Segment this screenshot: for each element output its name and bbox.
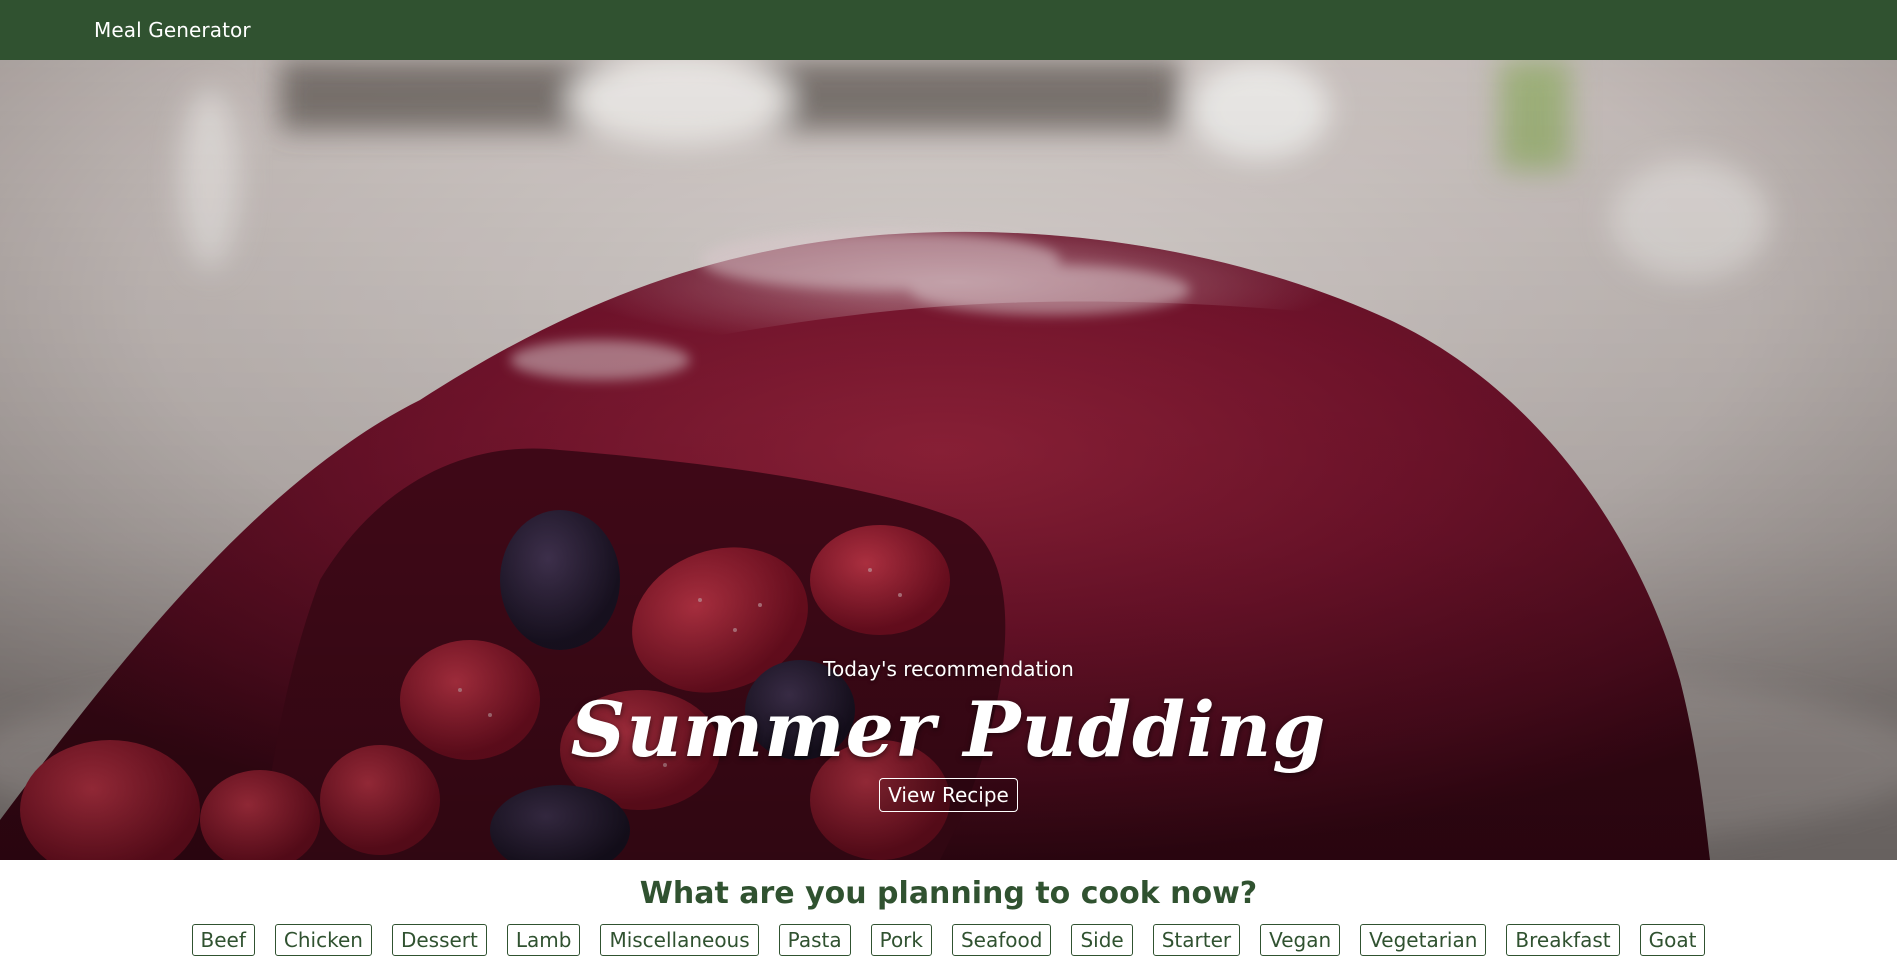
category-list: Beef Chicken Dessert Lamb Miscellaneous … xyxy=(0,924,1897,956)
category-side[interactable]: Side xyxy=(1071,924,1133,956)
category-dessert[interactable]: Dessert xyxy=(391,924,487,956)
category-miscellaneous[interactable]: Miscellaneous xyxy=(600,924,759,956)
category-starter[interactable]: Starter xyxy=(1152,924,1241,956)
navbar: Meal Generator xyxy=(0,0,1897,60)
planning-heading: What are you planning to cook now? xyxy=(639,876,1258,911)
brand-link[interactable]: Meal Generator xyxy=(94,17,251,43)
recommendation-label: Today's recommendation xyxy=(823,657,1074,681)
category-pork[interactable]: Pork xyxy=(870,924,932,956)
category-beef[interactable]: Beef xyxy=(191,924,255,956)
planning-section: What are you planning to cook now? Beef … xyxy=(0,860,1897,956)
category-goat[interactable]: Goat xyxy=(1639,924,1706,956)
category-vegan[interactable]: Vegan xyxy=(1260,924,1341,956)
category-breakfast[interactable]: Breakfast xyxy=(1506,924,1620,956)
category-lamb[interactable]: Lamb xyxy=(506,924,581,956)
category-chicken[interactable]: Chicken xyxy=(274,924,372,956)
view-recipe-button[interactable]: View Recipe xyxy=(879,778,1018,812)
category-vegetarian[interactable]: Vegetarian xyxy=(1360,924,1487,956)
hero-section: Today's recommendation Summer Pudding Vi… xyxy=(0,60,1897,860)
meal-title: Summer Pudding xyxy=(570,685,1327,774)
category-pasta[interactable]: Pasta xyxy=(778,924,851,956)
hero-caption: Today's recommendation Summer Pudding Vi… xyxy=(0,656,1897,812)
category-seafood[interactable]: Seafood xyxy=(951,924,1052,956)
